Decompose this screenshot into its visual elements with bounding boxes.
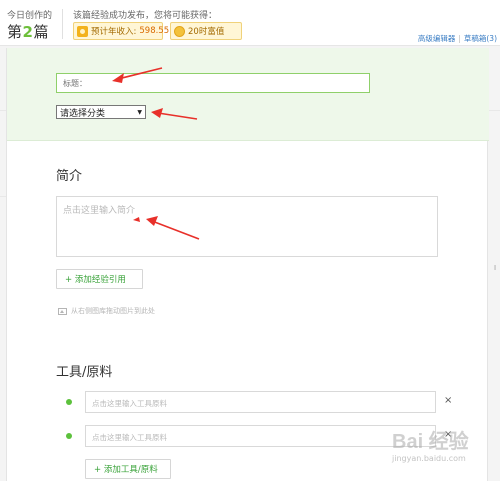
side-line — [488, 110, 500, 111]
today-label: 今日创作的 — [7, 11, 53, 21]
reward-coin-icon — [174, 25, 185, 37]
drag-hint-text: 从右侧图库拖动图片到此处 — [71, 307, 155, 315]
category-select[interactable]: 请选择分类 ▼ — [56, 105, 146, 119]
bullet-dot — [66, 399, 72, 405]
add-tool-button[interactable]: + 添加工具/原料 — [85, 459, 171, 479]
link-separator: | — [458, 34, 461, 43]
drafts-link[interactable]: 草稿箱(3) — [464, 34, 497, 43]
image-icon — [58, 307, 67, 315]
bullet-dot — [66, 433, 72, 439]
income-badge: 预计年收入: 598.55 — [73, 22, 169, 40]
coin-icon — [77, 25, 88, 37]
publish-note: 该篇经验成功发布，您将可能获得： — [73, 11, 218, 21]
time-badge: 20时富值 — [170, 22, 242, 40]
income-value: 598.55 — [139, 26, 170, 36]
tool-row: 点击这里输入工具原料 × — [63, 391, 463, 413]
time-reward: 20时富值 — [188, 27, 225, 37]
intro-textarea[interactable]: 点击这里输入简介 — [56, 196, 438, 257]
tools-heading: 工具/原料 — [56, 365, 113, 380]
today-suffix: 篇 — [33, 23, 49, 41]
remove-tool-button[interactable]: × — [444, 395, 452, 406]
drag-hint: 从右侧图库拖动图片到此处 — [58, 306, 155, 316]
editor-card: 请选择分类 ▼ 简介 点击这里输入简介 + 添加经验引用 从右侧图库拖动图片到此… — [6, 48, 489, 481]
remove-tool-button[interactable]: × — [444, 429, 452, 440]
advanced-editor-link[interactable]: 高级编辑器 — [418, 34, 456, 43]
caret-down-icon: ▼ — [137, 108, 142, 116]
tool-input[interactable]: 点击这里输入工具原料 — [85, 391, 436, 413]
income-label: 预计年收入: — [91, 27, 137, 37]
today-prefix: 第 — [7, 23, 23, 41]
today-count: 第2篇 — [7, 21, 49, 42]
divider — [62, 9, 63, 39]
tool-input[interactable]: 点击这里输入工具原料 — [85, 425, 436, 447]
intro-heading: 简介 — [56, 169, 83, 184]
today-number: 2 — [22, 23, 34, 41]
top-links: 高级编辑器 | 草稿箱(3) — [415, 33, 500, 44]
top-bar: 今日创作的 第2篇 该篇经验成功发布，您将可能获得： 预计年收入: 598.55… — [0, 0, 500, 46]
editor-page: 今日创作的 第2篇 该篇经验成功发布，您将可能获得： 预计年收入: 598.55… — [0, 0, 500, 481]
right-edge-mark: I — [494, 264, 497, 272]
title-area: 请选择分类 ▼ — [7, 48, 489, 141]
category-selected: 请选择分类 — [60, 108, 106, 119]
tool-row: 点击这里输入工具原料 × — [63, 425, 463, 447]
title-input[interactable] — [56, 73, 370, 93]
add-reference-button[interactable]: + 添加经验引用 — [56, 269, 143, 289]
